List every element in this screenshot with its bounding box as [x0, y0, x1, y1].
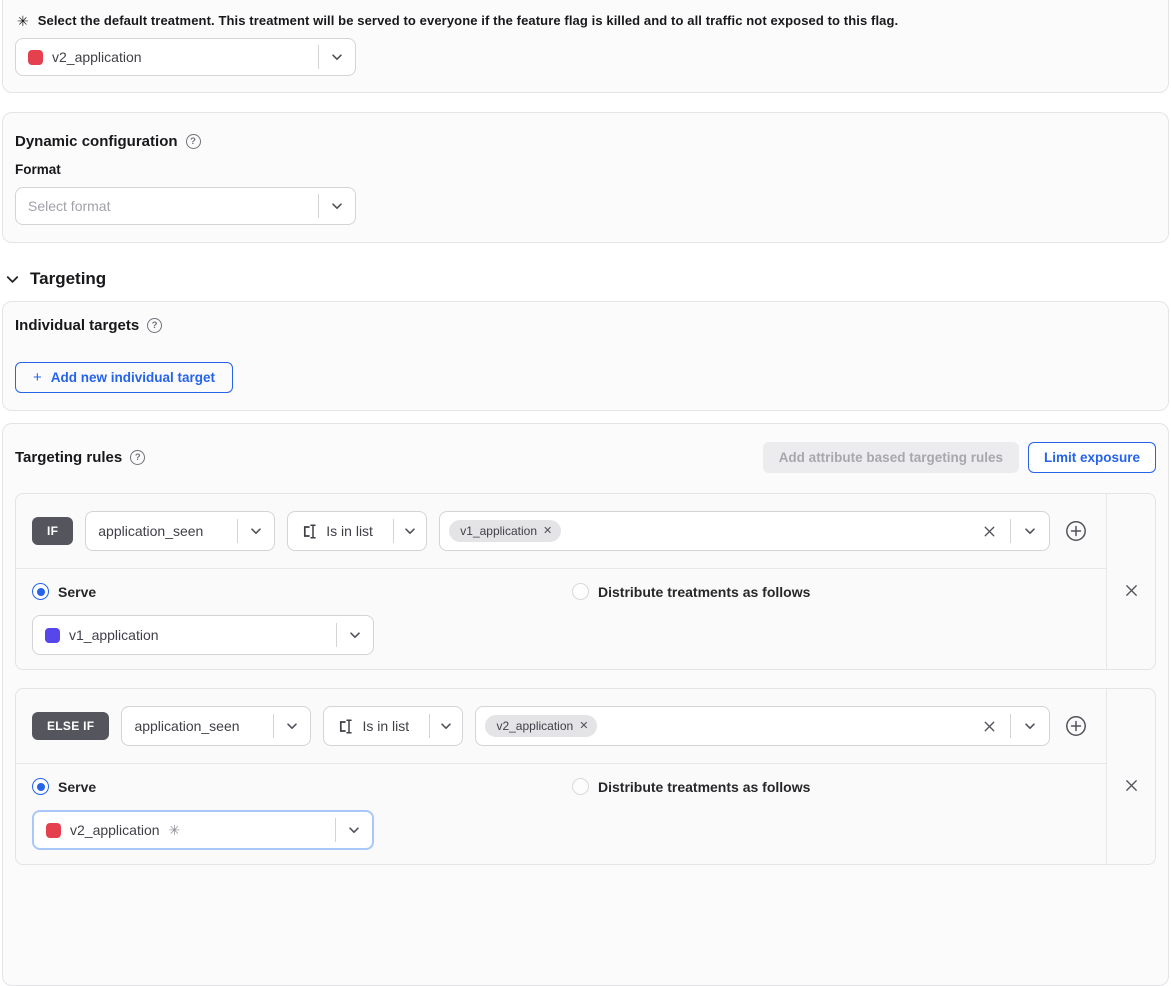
serve-treatment-select[interactable]: v2_application ✳ — [32, 810, 374, 850]
add-individual-target-label: Add new individual target — [51, 370, 215, 385]
dynamic-configuration-section: Dynamic configuration ? Format Select fo… — [2, 112, 1169, 243]
treatment-color-swatch — [28, 50, 43, 65]
distribute-label: Distribute treatments as follows — [598, 584, 810, 600]
matcher-value: Is in list — [362, 718, 409, 734]
radio-unselected-icon — [572, 583, 589, 600]
attribute-select[interactable]: application_seen — [85, 511, 275, 551]
distribute-radio-option[interactable]: Distribute treatments as follows — [572, 583, 810, 600]
treatment-color-swatch — [45, 628, 60, 643]
chevron-down-icon — [1011, 718, 1049, 734]
targeting-rules-title: Targeting rules — [15, 449, 122, 466]
chevron-down-icon — [4, 271, 21, 288]
default-treatment-section: ✳ Select the default treatment. This tre… — [2, 0, 1169, 93]
plus-icon: + — [33, 369, 42, 386]
chevron-down-icon — [337, 627, 373, 643]
chip-remove-icon[interactable]: ✕ — [579, 721, 588, 732]
radio-unselected-icon — [572, 778, 589, 795]
attribute-select[interactable]: application_seen — [121, 706, 311, 746]
value-chip[interactable]: v2_application ✕ — [485, 715, 597, 737]
help-icon[interactable]: ? — [147, 318, 162, 333]
chevron-down-icon — [1011, 523, 1049, 539]
chevron-down-icon — [319, 198, 355, 214]
serve-area: Serve Distribute treatments as follows v… — [16, 764, 1106, 864]
limit-exposure-button[interactable]: Limit exposure — [1028, 442, 1156, 473]
serve-label: Serve — [58, 779, 96, 795]
serve-area: Serve Distribute treatments as follows v… — [16, 569, 1106, 669]
add-condition-icon[interactable] — [1062, 712, 1090, 740]
distribute-radio-option[interactable]: Distribute treatments as follows — [572, 778, 810, 795]
serve-treatment-value: v2_application — [70, 822, 160, 838]
condition-row: IF application_seen Is in list — [16, 494, 1106, 569]
else-if-badge: ELSE IF — [32, 712, 109, 740]
distribute-label: Distribute treatments as follows — [598, 779, 810, 795]
string-type-icon — [336, 717, 355, 736]
chevron-down-icon — [430, 718, 462, 734]
if-badge: IF — [32, 517, 73, 545]
attribute-value: application_seen — [134, 718, 239, 734]
value-list-input[interactable]: v2_application ✕ — [475, 706, 1050, 746]
help-icon[interactable]: ? — [130, 450, 145, 465]
default-treatment-note-text: Select the default treatment. This treat… — [38, 13, 899, 28]
attribute-value: application_seen — [98, 523, 203, 539]
chevron-down-icon — [336, 822, 372, 838]
serve-treatment-select[interactable]: v1_application — [32, 615, 374, 655]
delete-rule-icon[interactable] — [1121, 512, 1142, 669]
default-treatment-asterisk-icon: ✳ — [17, 14, 29, 28]
add-condition-icon[interactable] — [1062, 517, 1090, 545]
serve-label: Serve — [58, 584, 96, 600]
individual-targets-section: Individual targets ? + Add new individua… — [2, 301, 1169, 411]
add-individual-target-button[interactable]: + Add new individual target — [15, 362, 233, 393]
clear-values-icon[interactable] — [979, 716, 1000, 737]
targeting-rule-else-if: ELSE IF application_seen Is in list — [15, 688, 1156, 865]
targeting-rules-section: Targeting rules ? Add attribute based ta… — [2, 423, 1169, 986]
chevron-down-icon — [394, 523, 426, 539]
serve-treatment-value: v1_application — [69, 627, 159, 643]
delete-rule-icon[interactable] — [1121, 707, 1142, 864]
serve-radio-option[interactable]: Serve — [32, 778, 572, 795]
string-type-icon — [300, 522, 319, 541]
value-chip-label: v2_application — [496, 719, 573, 733]
format-select[interactable]: Select format — [15, 187, 356, 225]
clear-values-icon[interactable] — [979, 521, 1000, 542]
matcher-value: Is in list — [326, 523, 373, 539]
chevron-down-icon — [274, 718, 310, 734]
targeting-section-toggle[interactable]: Targeting — [4, 269, 1171, 289]
format-select-placeholder: Select format — [28, 198, 110, 214]
value-chip[interactable]: v1_application ✕ — [449, 520, 561, 542]
treatment-color-swatch — [46, 823, 61, 838]
dynamic-configuration-title: Dynamic configuration — [15, 133, 178, 150]
condition-row: ELSE IF application_seen Is in list — [16, 689, 1106, 764]
default-treatment-value: v2_application — [52, 49, 142, 65]
add-attribute-rules-button: Add attribute based targeting rules — [763, 442, 1019, 473]
default-treatment-note: ✳ Select the default treatment. This tre… — [15, 13, 1156, 28]
matcher-select[interactable]: Is in list — [287, 511, 427, 551]
format-label: Format — [15, 162, 1156, 177]
individual-targets-title: Individual targets — [15, 317, 139, 334]
value-list-input[interactable]: v1_application ✕ — [439, 511, 1050, 551]
radio-selected-icon — [32, 583, 49, 600]
chip-remove-icon[interactable]: ✕ — [543, 526, 552, 537]
radio-selected-icon — [32, 778, 49, 795]
help-icon[interactable]: ? — [186, 134, 201, 149]
default-treatment-select[interactable]: v2_application — [15, 38, 356, 76]
targeting-rule-if: IF application_seen Is in list — [15, 493, 1156, 670]
value-chip-label: v1_application — [460, 524, 537, 538]
default-treatment-marker-icon: ✳ — [169, 822, 181, 839]
serve-radio-option[interactable]: Serve — [32, 583, 572, 600]
chevron-down-icon — [319, 49, 355, 65]
targeting-title: Targeting — [30, 269, 106, 289]
chevron-down-icon — [238, 523, 274, 539]
matcher-select[interactable]: Is in list — [323, 706, 463, 746]
